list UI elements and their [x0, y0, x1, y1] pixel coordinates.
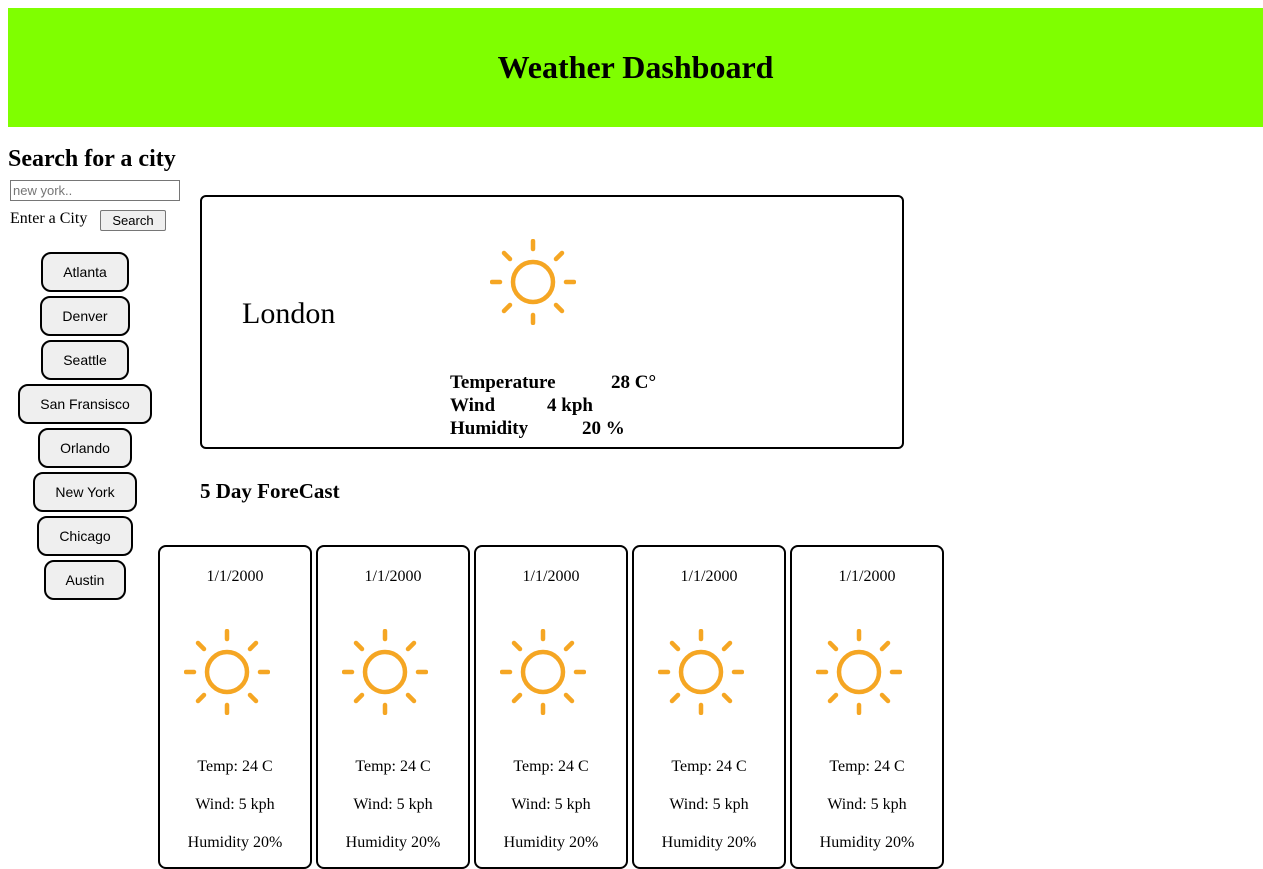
forecast-temp: Temp: 24 C [513, 758, 589, 775]
forecast-date: 1/1/2000 [680, 568, 738, 585]
city-button-denver[interactable]: Denver [40, 296, 130, 336]
humidity-label: Humidity [450, 418, 529, 439]
forecast-temp: Temp: 24 C [197, 758, 273, 775]
city-button-seattle[interactable]: Seattle [41, 340, 129, 380]
city-button-chicago[interactable]: Chicago [37, 516, 133, 556]
forecast-humidity: Humidity 20% [503, 834, 599, 851]
forecast-humidity: Humidity 20% [819, 834, 915, 851]
current-stats: Temperature 28 C° Wind 4 kph Humidity 20… [450, 371, 656, 440]
wind-label: Wind [450, 395, 496, 416]
humidity-row: Humidity 20 % [450, 417, 656, 440]
forecast-card: 1/1/2000 Temp: 24 C Wind: 5 kph Humidity… [158, 545, 312, 869]
city-button-new-york[interactable]: New York [33, 472, 137, 512]
temperature-row: Temperature 28 C° [450, 371, 656, 394]
sun-icon [500, 629, 586, 715]
sun-icon [816, 629, 902, 715]
sun-icon [184, 629, 270, 715]
sun-icon [658, 629, 744, 715]
city-button-austin[interactable]: Austin [43, 560, 127, 600]
forecast-card: 1/1/2000 Temp: 24 C Wind: 5 kph Humidity… [474, 545, 628, 869]
city-button-orlando[interactable]: Orlando [38, 428, 132, 468]
current-city-name: London [242, 297, 336, 330]
header-banner: Weather Dashboard [8, 8, 1263, 127]
wind-value: 4 kph [547, 395, 593, 416]
search-heading: Search for a city [8, 146, 176, 172]
city-button-atlanta[interactable]: Atlanta [41, 252, 129, 292]
forecast-humidity: Humidity 20% [187, 834, 283, 851]
search-button[interactable]: Search [100, 210, 166, 231]
wind-row: Wind 4 kph [450, 394, 656, 417]
temperature-value: 28 C° [611, 372, 657, 393]
temperature-label: Temperature [450, 372, 556, 393]
forecast-date: 1/1/2000 [206, 568, 264, 585]
enter-city-label: Enter a City [10, 210, 88, 227]
city-search-input[interactable] [10, 180, 180, 201]
forecast-humidity: Humidity 20% [345, 834, 441, 851]
sun-icon [342, 629, 428, 715]
forecast-wind: Wind: 5 kph [353, 796, 433, 813]
forecast-date: 1/1/2000 [522, 568, 580, 585]
forecast-humidity: Humidity 20% [661, 834, 757, 851]
page-title: Weather Dashboard [497, 49, 774, 85]
city-button-san-fransisco[interactable]: San Fransisco [18, 384, 152, 424]
forecast-heading: 5 Day ForeCast [200, 479, 340, 503]
forecast-temp: Temp: 24 C [355, 758, 431, 775]
forecast-date: 1/1/2000 [838, 568, 896, 585]
forecast-list: 1/1/2000 Temp: 24 C Wind: 5 kph Humidity… [158, 545, 948, 869]
forecast-wind: Wind: 5 kph [511, 796, 591, 813]
forecast-date: 1/1/2000 [364, 568, 422, 585]
forecast-wind: Wind: 5 kph [827, 796, 907, 813]
forecast-card: 1/1/2000 Temp: 24 C Wind: 5 kph Humidity… [316, 545, 470, 869]
city-history-list: Atlanta Denver Seattle San Fransisco Orl… [0, 252, 170, 604]
humidity-value: 20 % [582, 418, 625, 439]
forecast-temp: Temp: 24 C [671, 758, 747, 775]
forecast-card: 1/1/2000 Temp: 24 C Wind: 5 kph Humidity… [632, 545, 786, 869]
current-weather-card: London Temperature 28 C° Wind 4 kph Humi… [200, 195, 904, 449]
forecast-card: 1/1/2000 Temp: 24 C Wind: 5 kph Humidity… [790, 545, 944, 869]
sun-icon [490, 239, 576, 325]
forecast-temp: Temp: 24 C [829, 758, 905, 775]
forecast-wind: Wind: 5 kph [669, 796, 749, 813]
forecast-wind: Wind: 5 kph [195, 796, 275, 813]
